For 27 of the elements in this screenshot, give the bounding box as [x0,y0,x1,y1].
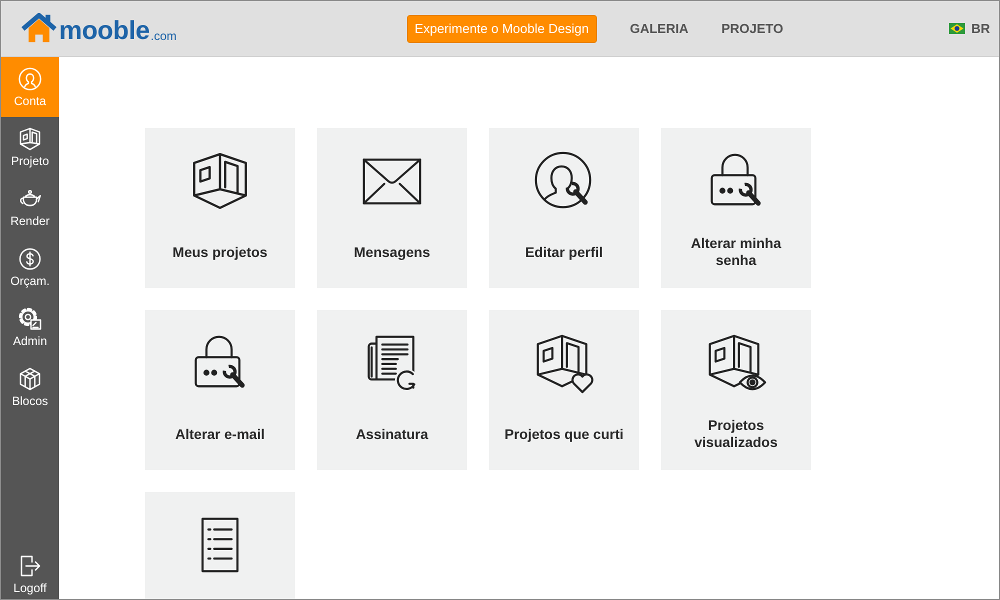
room-icon [18,126,42,150]
menu-tile[interactable]: Alterar minha senha [661,128,811,288]
menu-tile[interactable]: Projetos visualizados [661,310,811,470]
dollar-icon [18,246,42,270]
flag-icon [949,23,966,34]
sidebar-item[interactable]: Blocos [1,357,59,417]
sidebar-item[interactable]: Projeto [1,117,59,177]
cube-icon [18,366,42,390]
menu-tile[interactable]: Assinatura [317,310,467,470]
nav-link[interactable]: GALERIA [630,21,688,36]
menu-tile[interactable]: Editar perfil [489,128,639,288]
menu-tile[interactable]: Meus projetos [145,128,295,288]
menu-tile[interactable]: Alterar e-mail [145,310,295,470]
menu-tile[interactable]: Projetos que curti [489,310,639,470]
gear-icon [18,306,42,330]
user-icon [18,66,42,90]
sidebar-item[interactable]: Orçam. [1,237,59,297]
menu-tile[interactable] [145,492,295,599]
house-icon [20,12,58,44]
logout-icon [18,554,42,578]
sidebar-item[interactable]: Render [1,177,59,237]
nav-link[interactable]: PROJETO [721,21,784,36]
menu-tile[interactable]: Mensagens [317,128,467,288]
logo-link[interactable]: mooble.com [20,12,177,46]
language-selector[interactable]: BR [949,21,990,36]
logoff-button[interactable]: Logoff [1,539,59,599]
sidebar-item[interactable]: Admin [1,297,59,357]
